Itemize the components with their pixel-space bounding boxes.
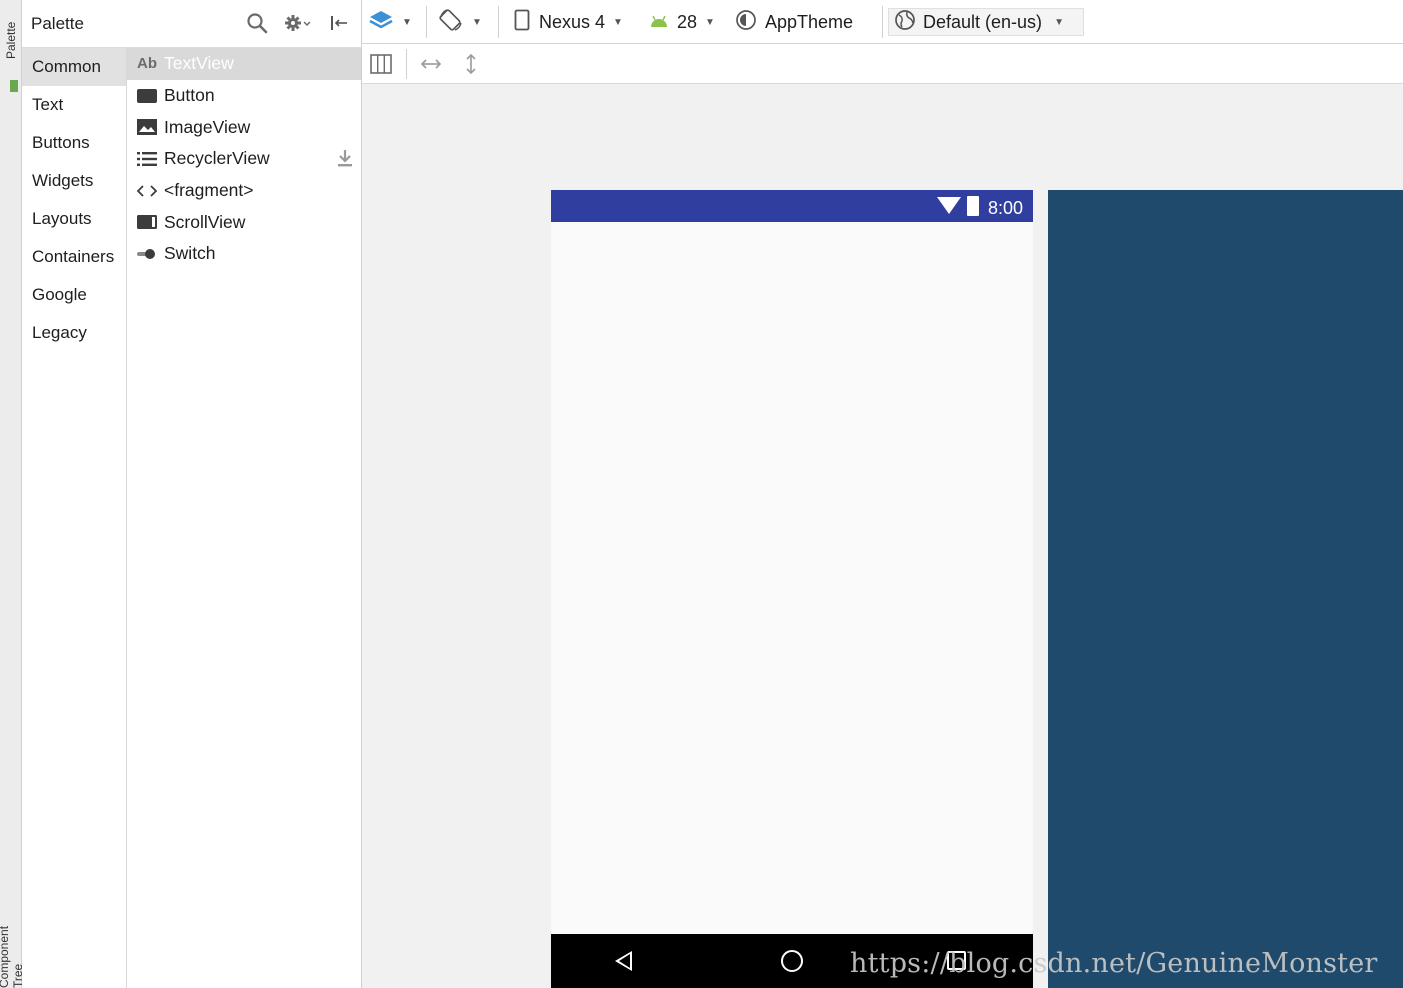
component-label: Button [164, 85, 215, 106]
list-icon [136, 150, 158, 168]
code-icon [136, 182, 158, 200]
category-legacy[interactable]: Legacy [22, 314, 126, 352]
category-text[interactable]: Text [22, 86, 126, 124]
layout-editor-toolbar: ▼ ▼ Nexus 4 ▼ 28 ▼ AppTheme Default (en-… [362, 0, 1403, 44]
palette-side-tab[interactable]: Palette [0, 0, 22, 80]
download-icon[interactable] [337, 149, 353, 172]
theme-label: AppTheme [765, 11, 854, 32]
component-label: Switch [164, 243, 216, 264]
component-label: TextView [164, 53, 234, 74]
component-label: <fragment> [164, 180, 254, 201]
watermark: https://blog.csdn.net/GenuineMonster [850, 948, 1378, 979]
device-dropdown[interactable]: Nexus 4 ▼ [514, 8, 623, 36]
image-icon [136, 118, 158, 136]
blueprint-preview[interactable] [1048, 190, 1403, 988]
chevron-down-icon: ▼ [613, 16, 623, 28]
design-surface-dropdown[interactable]: ▼ [368, 8, 412, 36]
palette-tab-indicator [10, 80, 18, 92]
device-preview[interactable]: 8:00 [551, 190, 1033, 988]
orientation-dropdown[interactable]: ▼ [438, 8, 482, 36]
vertical-resize-icon[interactable] [458, 51, 484, 77]
component-label: ImageView [164, 116, 251, 137]
category-containers[interactable]: Containers [22, 238, 126, 276]
scrollview-icon [136, 213, 158, 231]
collapse-panel-icon[interactable] [326, 10, 352, 36]
home-icon [781, 950, 803, 972]
component-textview[interactable]: Ab TextView [127, 48, 361, 80]
theme-icon [735, 9, 757, 36]
layout-columns-icon[interactable] [368, 51, 394, 77]
gear-icon[interactable] [282, 10, 312, 36]
button-icon [136, 87, 158, 105]
globe-icon [894, 9, 916, 36]
category-widgets[interactable]: Widgets [22, 162, 126, 200]
api-level-dropdown[interactable]: 28 ▼ [649, 8, 715, 36]
component-tree-side-tab[interactable]: Component Tree [0, 900, 22, 988]
component-label: ScrollView [164, 211, 246, 232]
palette-title: Palette [31, 14, 84, 33]
chevron-down-icon: ▼ [402, 16, 412, 28]
status-bar: 8:00 [551, 190, 1033, 222]
device-label: Nexus 4 [539, 11, 606, 32]
locale-label: Default (en-us) [923, 11, 1043, 32]
category-layouts[interactable]: Layouts [22, 200, 126, 238]
horizontal-resize-icon[interactable] [418, 51, 444, 77]
toolbar-divider [498, 6, 499, 38]
component-button[interactable]: Button [127, 80, 361, 112]
palette-header: Palette [22, 0, 362, 48]
battery-icon [967, 196, 979, 216]
wifi-icon [937, 197, 961, 214]
component-fragment[interactable]: <fragment> [127, 175, 361, 207]
palette-components: Ab TextView Button ImageView RecyclerVie… [127, 48, 362, 988]
search-icon[interactable] [244, 10, 270, 36]
component-switch[interactable]: Switch [127, 238, 361, 270]
toolbar-divider [406, 49, 407, 79]
layers-icon [368, 9, 394, 36]
category-common[interactable]: Common [22, 48, 126, 86]
rotate-device-icon [438, 8, 464, 37]
locale-dropdown[interactable]: Default (en-us) ▼ [888, 8, 1084, 36]
chevron-down-icon: ▼ [705, 16, 715, 28]
component-scrollview[interactable]: ScrollView [127, 206, 361, 238]
android-icon [649, 12, 669, 33]
component-imageview[interactable]: ImageView [127, 111, 361, 143]
switch-icon [136, 245, 158, 263]
chevron-down-icon: ▼ [472, 16, 482, 28]
category-google[interactable]: Google [22, 276, 126, 314]
chevron-down-icon: ▼ [1054, 16, 1064, 28]
toolbar-divider [882, 6, 883, 38]
back-icon-inner [619, 954, 630, 968]
status-time: 8:00 [988, 198, 1024, 218]
toolbar-divider [426, 6, 427, 38]
palette-categories: Common Text Buttons Widgets Layouts Cont… [22, 48, 127, 988]
category-buttons[interactable]: Buttons [22, 124, 126, 162]
component-label: RecyclerView [164, 148, 270, 169]
layout-editor-subtoolbar [362, 44, 1403, 84]
textview-icon: Ab [137, 55, 157, 73]
api-level-label: 28 [677, 11, 698, 32]
component-recyclerview[interactable]: RecyclerView [127, 143, 361, 175]
left-tool-strip: Palette Component Tree [0, 0, 22, 988]
theme-dropdown[interactable]: AppTheme [735, 8, 853, 36]
phone-icon [514, 9, 530, 36]
